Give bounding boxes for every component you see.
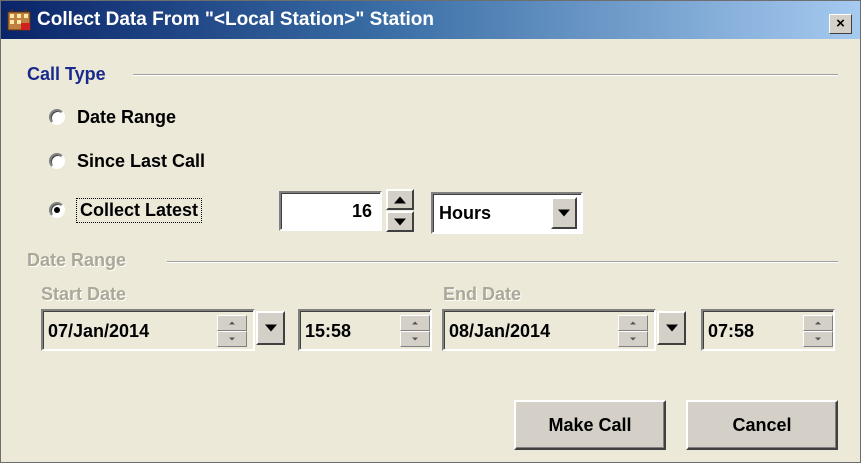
end-time-value: 07:58 [708, 321, 755, 341]
call-type-group-label: Call Type [27, 64, 106, 84]
end-date-input[interactable]: 08/Jan/2014 [442, 309, 656, 351]
radio-date-range[interactable]: Date Range [49, 104, 176, 130]
end-date-calendar-dropdown[interactable] [657, 311, 686, 345]
latest-unit-value: Hours [439, 203, 492, 223]
title-bar[interactable]: Collect Data From "<Local Station>" Stat… [1, 1, 860, 39]
radio-collect-latest-label[interactable]: Collect Latest [75, 197, 203, 223]
radio-since-last-call-label[interactable]: Since Last Call [77, 151, 205, 172]
start-date-label: Start Date [41, 284, 127, 304]
dialog-window: Collect Data From "<Local Station>" Stat… [0, 0, 861, 463]
spin-up-icon [394, 196, 406, 203]
end-time-input[interactable]: 07:58 [701, 309, 835, 351]
end-time-spinner[interactable] [803, 315, 833, 347]
spin-up-icon [630, 321, 636, 325]
latest-value-text: 16 [351, 201, 372, 221]
spin-down-icon [394, 218, 406, 225]
end-date-spinner[interactable] [618, 315, 648, 347]
end-date-spin-up[interactable] [618, 315, 648, 331]
start-date-calendar-dropdown[interactable] [256, 311, 285, 345]
spin-down-icon [229, 337, 235, 341]
close-button[interactable]: × [829, 14, 852, 34]
end-time-spin-up[interactable] [803, 315, 833, 331]
start-time-spinner[interactable] [400, 315, 430, 347]
latest-unit-select[interactable]: Hours [431, 192, 583, 234]
end-time-spin-down[interactable] [803, 331, 833, 347]
chevron-down-icon [264, 324, 277, 332]
end-date-spin-down[interactable] [618, 331, 648, 347]
start-time-value: 15:58 [305, 321, 352, 341]
start-date-spinner[interactable] [217, 315, 247, 347]
latest-value-spin-up[interactable] [386, 189, 414, 210]
radio-date-range-label[interactable]: Date Range [77, 107, 176, 128]
spin-up-icon [815, 321, 821, 325]
latest-value-spin-down[interactable] [386, 211, 414, 232]
station-app-icon [7, 9, 31, 31]
radio-since-last-call[interactable]: Since Last Call [49, 148, 205, 174]
start-time-spin-up[interactable] [400, 315, 430, 331]
start-date-value: 07/Jan/2014 [48, 321, 150, 341]
end-date-value: 08/Jan/2014 [449, 321, 551, 341]
radio-button-icon[interactable] [49, 153, 65, 169]
start-time-input[interactable]: 15:58 [298, 309, 432, 351]
spin-down-icon [815, 337, 821, 341]
spin-up-icon [229, 321, 235, 325]
spin-down-icon [630, 337, 636, 341]
make-call-button-label: Make Call [548, 414, 632, 435]
radio-button-checked-icon[interactable] [49, 202, 65, 218]
chevron-down-icon [558, 209, 570, 217]
cancel-button-label: Cancel [732, 414, 792, 435]
radio-button-icon[interactable] [49, 109, 65, 125]
cancel-button[interactable]: Cancel [686, 400, 838, 450]
start-date-input[interactable]: 07/Jan/2014 [41, 309, 255, 351]
spin-up-icon [412, 321, 418, 325]
make-call-button[interactable]: Make Call [514, 400, 666, 450]
window-title: Collect Data From "<Local Station>" Stat… [37, 9, 435, 30]
start-date-spin-down[interactable] [217, 331, 247, 347]
start-time-spin-down[interactable] [400, 331, 430, 347]
start-date-spin-up[interactable] [217, 315, 247, 331]
date-range-group-label: Date Range [27, 250, 127, 270]
latest-value-input[interactable]: 16 [279, 191, 382, 231]
call-type-group-divider [133, 74, 838, 76]
end-date-label: End Date [443, 284, 522, 304]
latest-unit-dropdown-button[interactable] [551, 197, 577, 229]
close-icon: × [836, 15, 845, 32]
chevron-down-icon [665, 324, 678, 332]
spin-down-icon [412, 337, 418, 341]
date-range-group-divider [167, 261, 838, 263]
radio-collect-latest[interactable]: Collect Latest [49, 197, 203, 223]
